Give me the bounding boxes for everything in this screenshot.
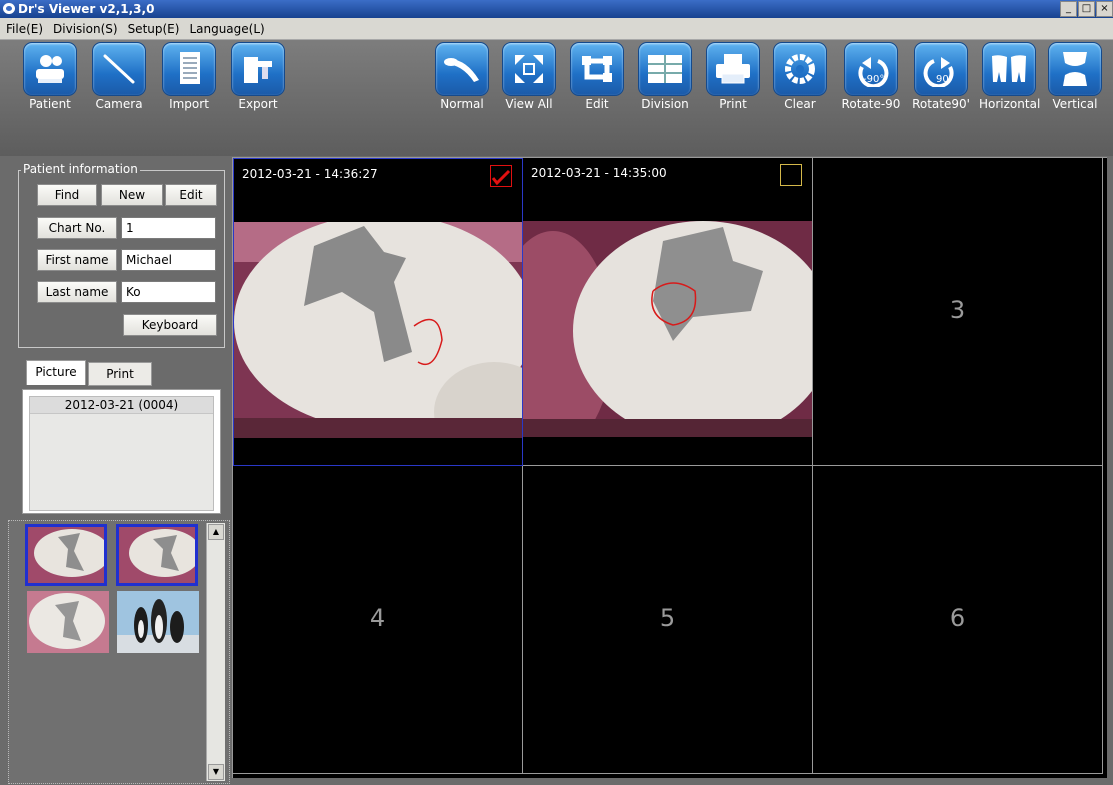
image-cell-6[interactable]: 6 [813, 466, 1103, 774]
picture-list: 2012-03-21 (0004) [22, 389, 221, 514]
patient-icon [23, 42, 77, 96]
edit-label: Edit [585, 97, 609, 111]
rotate-right-button[interactable]: 90° Rotate90' [911, 42, 971, 116]
tab-print[interactable]: Print [88, 362, 152, 386]
camera-button[interactable]: Camera [89, 42, 149, 116]
menu-setup[interactable]: Setup(E) [124, 22, 184, 36]
division-button[interactable]: Division [635, 42, 695, 116]
edit-icon [570, 42, 624, 96]
picture-list-item[interactable]: 2012-03-21 (0004) [30, 397, 213, 414]
division-icon [638, 42, 692, 96]
edit-patient-button[interactable]: Edit [165, 184, 217, 206]
image-cell-4[interactable]: 4 [233, 466, 523, 774]
import-icon [162, 42, 216, 96]
flip-vertical-icon [1048, 42, 1102, 96]
image-grid: 2012-03-21 - 14:36:27 2012-03-21 - 14:35… [232, 157, 1107, 778]
maximize-button[interactable]: □ [1078, 1, 1095, 17]
rotate-left-icon: -90° [844, 42, 898, 96]
first-name-label[interactable]: First name [37, 249, 117, 271]
view-all-button[interactable]: View All [499, 42, 559, 116]
thumbnail-panel: ▲ ▼ [8, 520, 230, 784]
image-cell-2[interactable]: 2012-03-21 - 14:35:00 [523, 158, 813, 466]
keyboard-button[interactable]: Keyboard [123, 314, 217, 336]
print-label: Print [719, 97, 747, 111]
find-button[interactable]: Find [37, 184, 97, 206]
image-timestamp: 2012-03-21 - 14:36:27 [242, 167, 378, 181]
unchecked-icon[interactable] [780, 164, 802, 186]
cell-number: 4 [369, 604, 386, 632]
last-name-label[interactable]: Last name [37, 281, 117, 303]
edit-button[interactable]: Edit [567, 42, 627, 116]
tooth-photo-1 [234, 222, 522, 438]
checked-icon[interactable] [490, 165, 512, 187]
menu-file[interactable]: File(E) [2, 22, 47, 36]
patient-button[interactable]: Patient [20, 42, 80, 116]
tooth-photo-2 [523, 221, 812, 437]
chart-no-label[interactable]: Chart No. [37, 217, 117, 239]
print-button[interactable]: Print [703, 42, 763, 116]
image-cell-5[interactable]: 5 [523, 466, 813, 774]
rotate-right-glyph: 90° [936, 74, 954, 85]
camera-icon [92, 42, 146, 96]
menu-language[interactable]: Language(L) [185, 22, 268, 36]
window-title: Dr's Viewer v2,1,3,0 [18, 2, 155, 16]
patient-information-legend: Patient information [21, 162, 140, 176]
import-button[interactable]: Import [159, 42, 219, 116]
rotate-right-label: Rotate90' [912, 97, 970, 111]
menu-division[interactable]: Division(S) [49, 22, 122, 36]
thumbnail-1[interactable] [25, 524, 110, 586]
rotate-right-icon: 90° [914, 42, 968, 96]
thumbnail-4[interactable] [117, 591, 199, 653]
normal-icon [435, 42, 489, 96]
normal-button[interactable]: Normal [432, 42, 492, 116]
export-label: Export [238, 97, 278, 111]
image-cell-1[interactable]: 2012-03-21 - 14:36:27 [233, 158, 523, 466]
title-bar: Dr's Viewer v2,1,3,0 _ □ × [0, 0, 1113, 18]
close-button[interactable]: × [1096, 1, 1113, 17]
print-icon [706, 42, 760, 96]
clear-label: Clear [784, 97, 816, 111]
image-cell-3[interactable]: 3 [813, 158, 1103, 466]
export-icon [231, 42, 285, 96]
cell-number: 3 [949, 296, 966, 324]
horizontal-button[interactable]: Horizontal [979, 42, 1041, 116]
division-label: Division [641, 97, 689, 111]
toolbar: Patient Camera Import Export Normal View… [0, 40, 1113, 156]
scroll-down-arrow-icon[interactable]: ▼ [208, 764, 224, 780]
left-panel: Patient information Find New Edit Chart … [0, 156, 230, 785]
horizontal-label: Horizontal [979, 97, 1041, 111]
scroll-up-arrow-icon[interactable]: ▲ [208, 524, 224, 540]
rotate-left-label: Rotate-90 [841, 97, 901, 111]
view-all-icon [502, 42, 556, 96]
thumbnail-2[interactable] [116, 524, 201, 586]
last-name-field[interactable]: Ko [121, 281, 216, 303]
normal-label: Normal [440, 97, 484, 111]
thumbnail-scrollbar[interactable]: ▲ ▼ [206, 523, 225, 781]
cell-number: 5 [659, 604, 676, 632]
thumbnail-3[interactable] [27, 591, 109, 653]
new-button[interactable]: New [101, 184, 163, 206]
patient-label: Patient [29, 97, 71, 111]
flip-horizontal-icon [982, 42, 1036, 96]
view-all-label: View All [505, 97, 553, 111]
vertical-button[interactable]: Vertical [1045, 42, 1105, 116]
tab-picture[interactable]: Picture [26, 360, 86, 385]
cell-number: 6 [949, 604, 966, 632]
app-logo-icon [3, 3, 15, 14]
menu-bar: File(E) Division(S) Setup(E) Language(L) [0, 18, 1113, 40]
export-button[interactable]: Export [228, 42, 288, 116]
vertical-label: Vertical [1052, 97, 1098, 111]
clear-icon [773, 42, 827, 96]
minimize-button[interactable]: _ [1060, 1, 1077, 17]
chart-no-field[interactable]: 1 [121, 217, 216, 239]
patient-information-group: Patient information Find New Edit Chart … [18, 162, 225, 348]
camera-label: Camera [95, 97, 143, 111]
rotate-left-button[interactable]: -90° Rotate-90 [841, 42, 901, 116]
first-name-field[interactable]: Michael [121, 249, 216, 271]
rotate-left-glyph: -90° [863, 74, 884, 85]
import-label: Import [169, 97, 209, 111]
image-timestamp: 2012-03-21 - 14:35:00 [531, 166, 667, 180]
clear-button[interactable]: Clear [770, 42, 830, 116]
